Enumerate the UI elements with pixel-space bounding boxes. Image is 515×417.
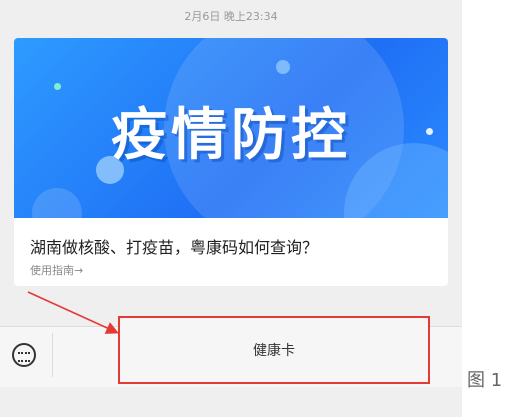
figure-caption: 图 1	[467, 370, 503, 391]
annotation-arrow-icon	[27, 291, 119, 334]
chat-screen: 2月6日 晚上23:34 疫情防控 湖南做核酸、打疫苗，粤康码如何查询？ 使用指…	[0, 0, 462, 417]
